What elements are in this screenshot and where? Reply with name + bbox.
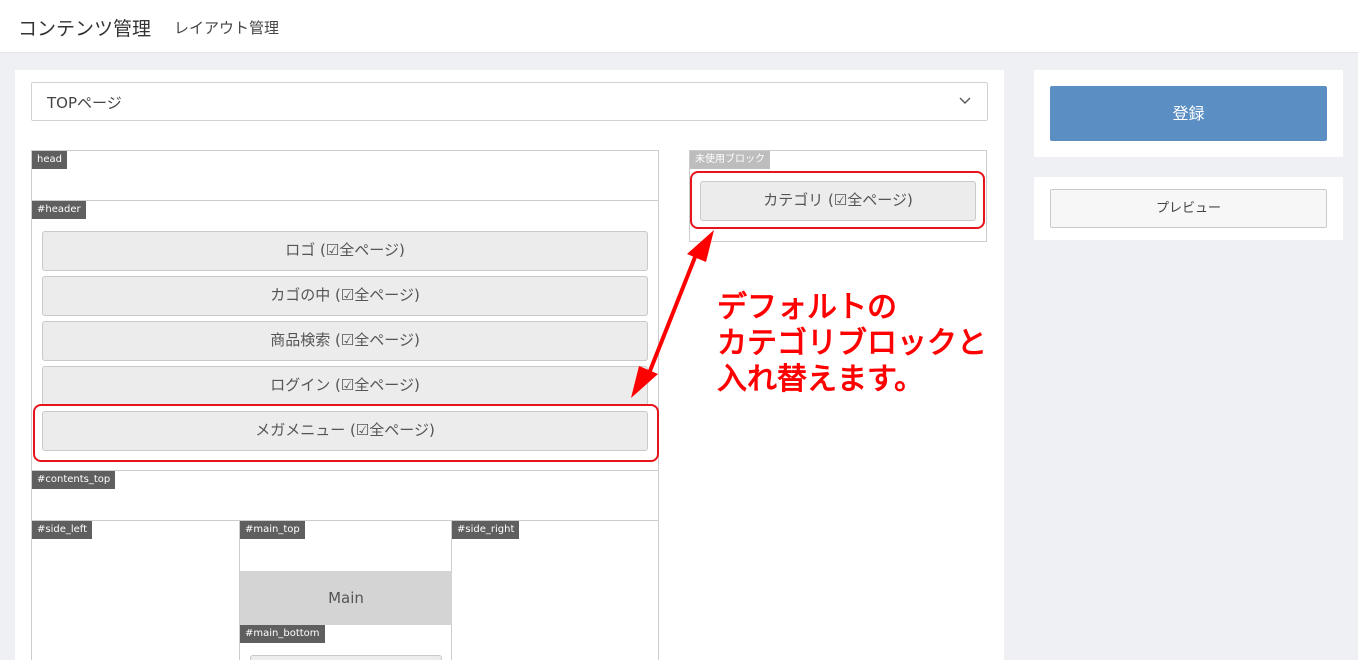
area-tag-header: #header	[32, 201, 86, 219]
block-cart[interactable]: カゴの中 (☑全ページ)	[42, 276, 648, 316]
annotation-line-2: カテゴリブロックと	[717, 326, 987, 361]
block-main-bottom[interactable]	[250, 655, 442, 660]
page-title: コンテンツ管理	[18, 18, 152, 40]
page-select[interactable]: TOPページ	[31, 82, 988, 121]
preview-card: プレビュー	[1034, 177, 1343, 240]
area-tag-main-top: #main_top	[240, 521, 305, 539]
annotation-line-3: 入れ替えます。	[717, 362, 924, 397]
area-side-left: #side_left	[32, 521, 239, 660]
area-side-right: #side_right	[452, 521, 658, 660]
area-tag-unused: 未使用ブロック	[690, 151, 770, 169]
annotation-text: デフォルトの カテゴリブロックと 入れ替えます。	[717, 290, 987, 398]
page-select-value: TOPページ	[47, 94, 122, 112]
actions-card: 登録	[1034, 70, 1343, 157]
area-tag-side-right: #side_right	[452, 521, 520, 539]
chevron-down-icon	[959, 97, 971, 104]
block-logo[interactable]: ロゴ (☑全ページ)	[42, 231, 648, 271]
highlight-mega-menu	[33, 404, 659, 462]
annotation-line-1: デフォルトの	[717, 290, 897, 325]
area-main-column: #main_top Main #main_bottom	[239, 521, 452, 660]
page-subtitle: レイアウト管理	[174, 19, 280, 37]
main-area: Main	[240, 571, 452, 625]
top-bar: コンテンツ管理 レイアウト管理	[0, 0, 1358, 53]
highlight-category	[690, 171, 985, 229]
area-contents-top: #contents_top	[32, 471, 658, 521]
area-tag-head: head	[32, 151, 67, 169]
register-button[interactable]: 登録	[1050, 86, 1327, 141]
preview-button[interactable]: プレビュー	[1050, 189, 1327, 228]
area-head: head	[32, 151, 658, 201]
block-product-search[interactable]: 商品検索 (☑全ページ)	[42, 321, 648, 361]
area-tag-contents-top: #contents_top	[32, 471, 116, 489]
block-login[interactable]: ログイン (☑全ページ)	[42, 366, 648, 406]
area-tag-side-left: #side_left	[32, 521, 93, 539]
area-tag-main-bottom: #main_bottom	[240, 625, 325, 643]
